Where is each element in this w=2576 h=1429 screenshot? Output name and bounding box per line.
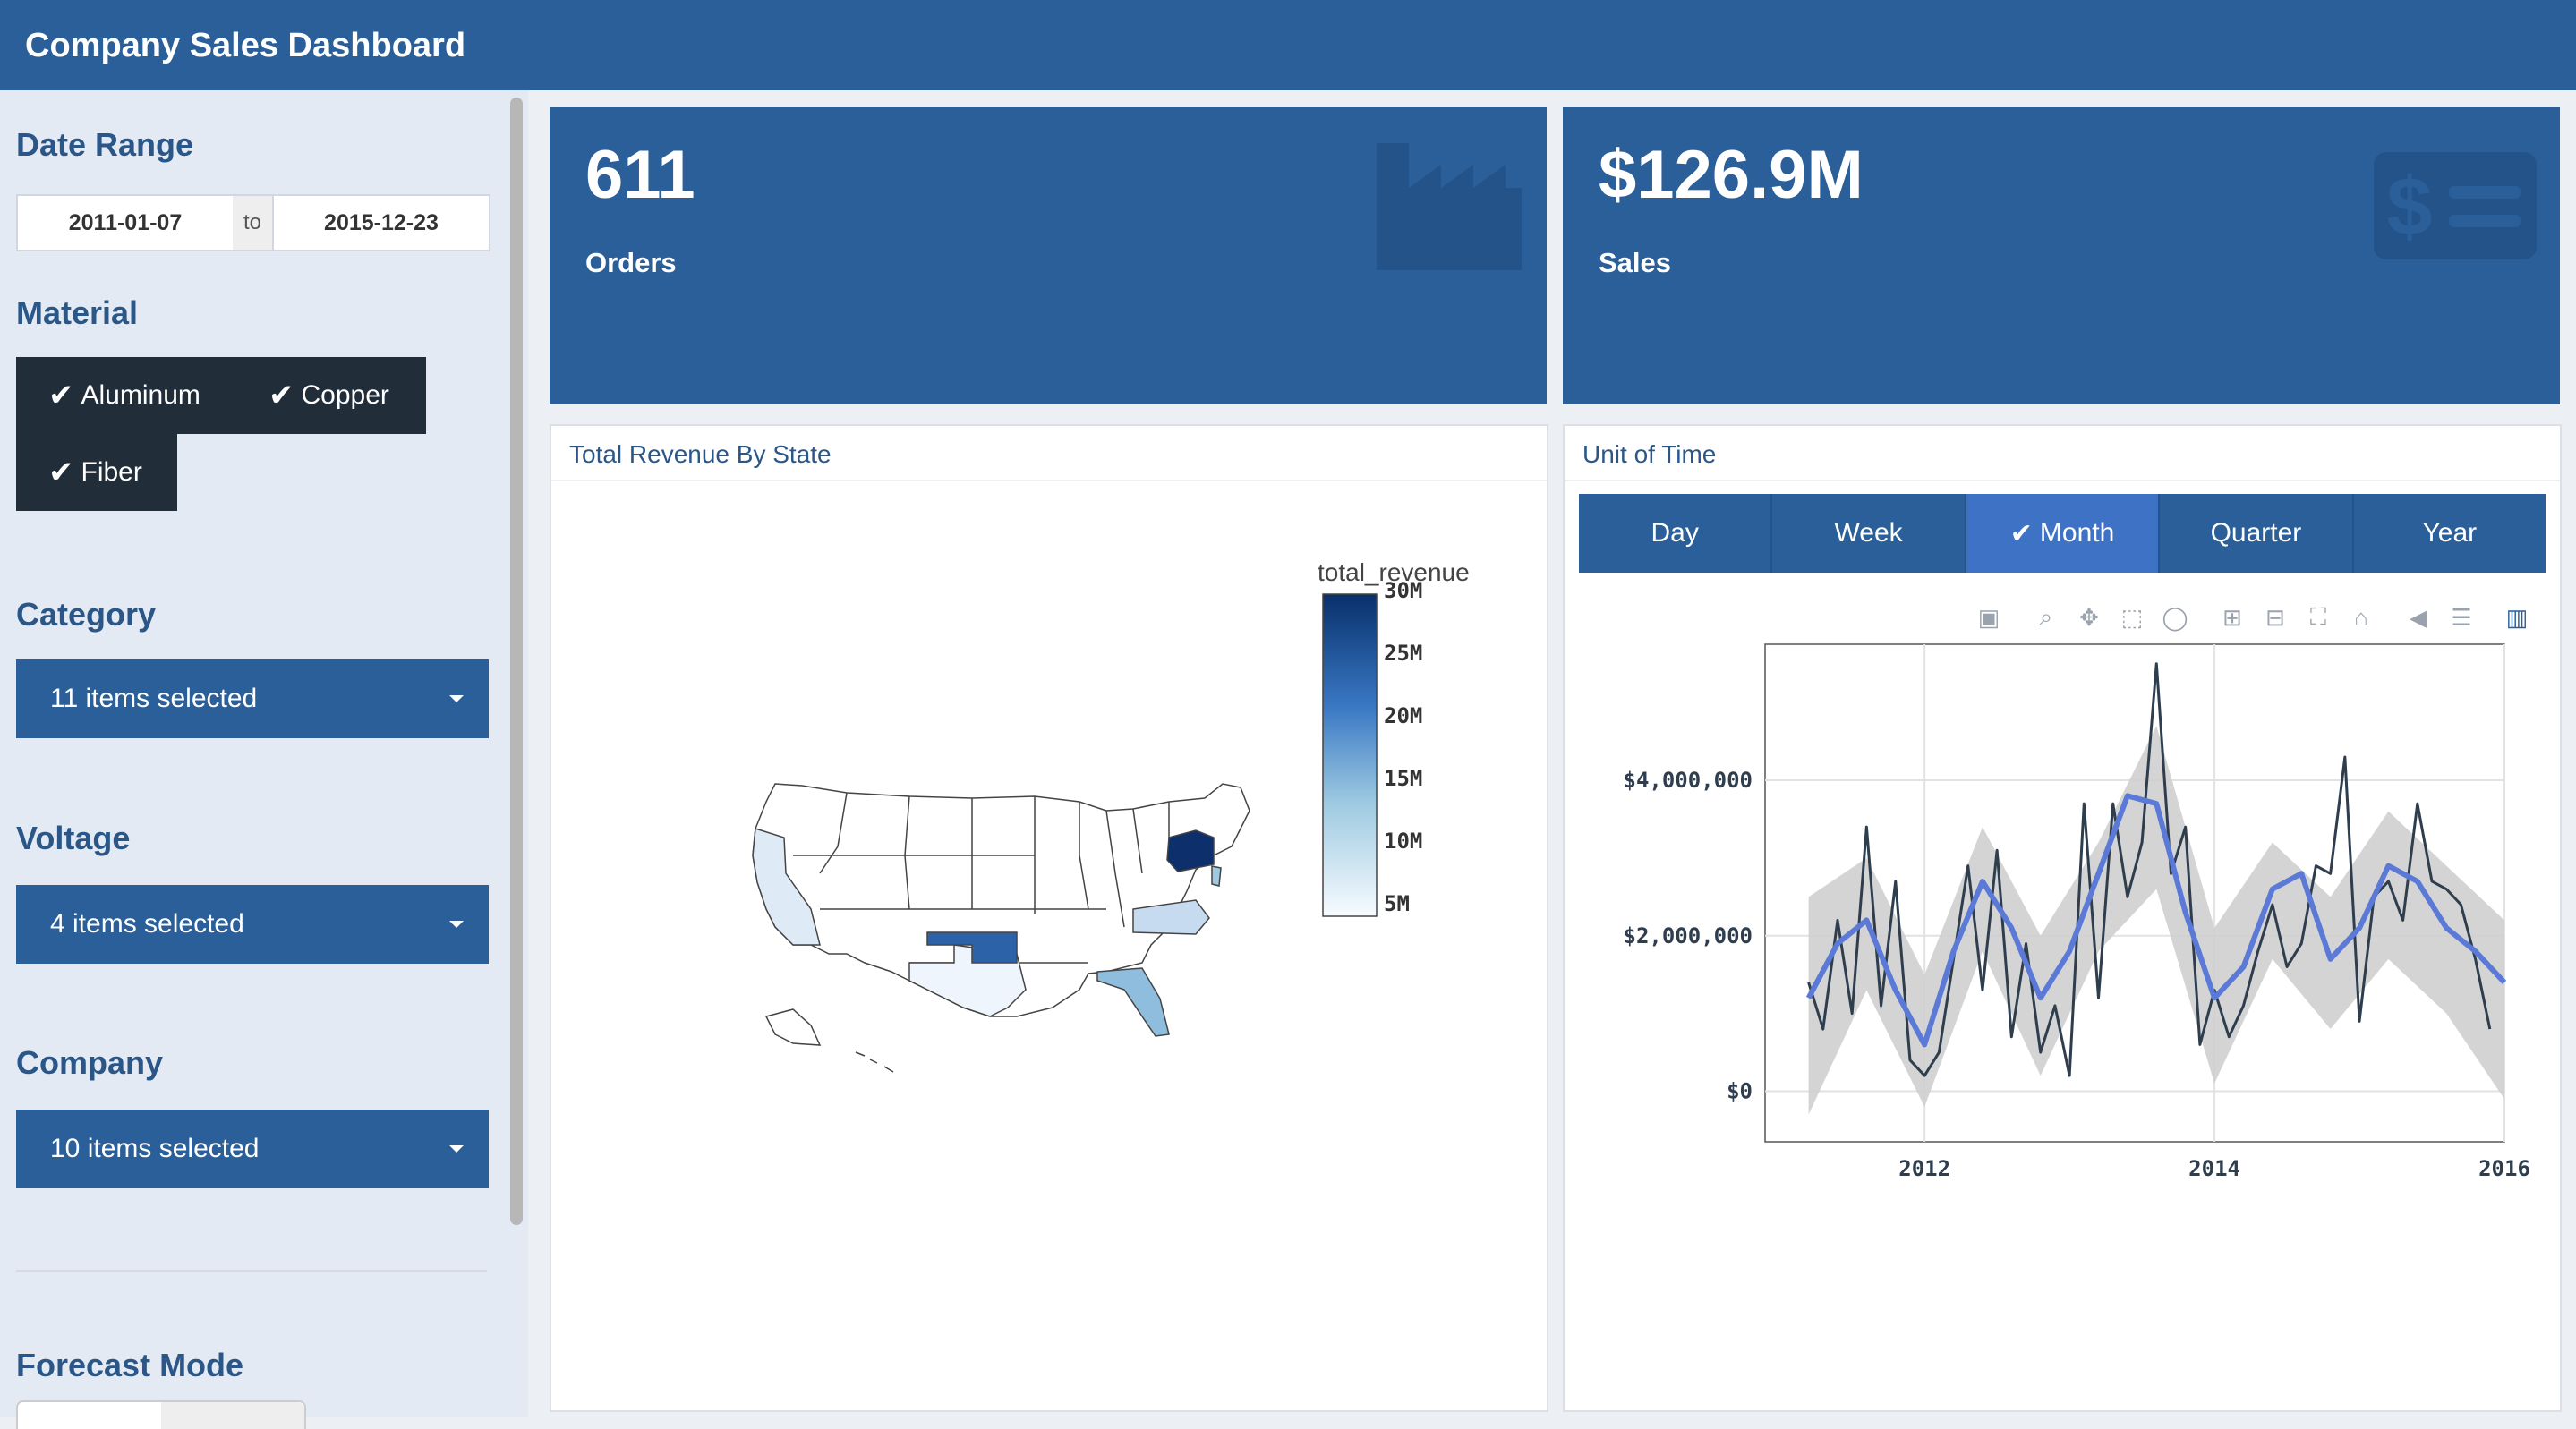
check-icon: ✔ [2009,518,2033,549]
revenue-map-panel: Total Revenue By State total_revenue 30M… [550,424,1548,1412]
material-option-label: Fiber [81,457,142,487]
x-tick-label: 2012 [1898,1156,1950,1181]
tab-week[interactable]: Week [1772,494,1966,573]
colorbar-tick-label: 10M [1384,829,1423,854]
voltage-picker-value: 4 items selected [50,909,244,939]
caret-down-icon [449,1145,464,1153]
sidebar: Date Range 2011-01-07 to 2015-12-23 Mate… [0,90,528,1429]
category-picker-value: 11 items selected [50,684,258,713]
tab-day[interactable]: Day [1579,494,1773,573]
date-range-separator: to [233,196,272,250]
forecast-mode-label: Forecast Mode [16,1347,244,1383]
caret-down-icon [449,921,464,928]
tab-quarter[interactable]: Quarter [2160,494,2354,573]
panel-header-divider [1565,480,2560,481]
sidebar-scrollbar[interactable] [510,98,523,1225]
x-tick-label: 2014 [2188,1156,2240,1181]
check-icon: ✔ [269,379,294,413]
company-picker[interactable]: 10 items selected [16,1110,489,1188]
state-alaska [764,1008,822,1046]
company-label: Company [16,1044,164,1081]
material-option-label: Aluminum [81,380,200,410]
y-tick-label: $0 [1727,1079,1753,1104]
orders-label: Orders [585,247,677,278]
tab-month[interactable]: ✔ Month [1966,494,2161,573]
orders-value-box: 611 Orders [550,107,1547,404]
sales-value: $126.9M [1599,137,1864,213]
voltage-label: Voltage [16,820,131,856]
end-date-input[interactable]: 2015-12-23 [272,196,489,250]
colorbar-tick-label: 20M [1384,703,1423,728]
voltage-picker[interactable]: 4 items selected [16,885,489,964]
sidebar-divider [16,1270,487,1272]
sales-label: Sales [1599,247,1672,278]
tab-month-label: Month [2039,518,2115,548]
state-new-jersey [1211,865,1222,887]
orders-value: 611 [585,137,695,213]
app-header: Company Sales Dashboard [0,0,2576,90]
colorbar-tick-label: 5M [1384,891,1410,916]
material-option-label: Copper [301,380,389,410]
material-fiber-button[interactable]: ✔ Fiber [16,434,177,511]
tab-year[interactable]: Year [2353,494,2546,573]
colorbar-tick-label: 30M [1384,578,1423,603]
state-florida [1096,967,1170,1037]
y-tick-label: $4,000,000 [1624,768,1753,793]
app-title: Company Sales Dashboard [25,27,466,64]
check-icon: ✔ [48,455,74,489]
forecast-mode-toggle[interactable] [16,1400,306,1429]
state-hawaii [855,1051,894,1073]
date-range-input: 2011-01-07 to 2015-12-23 [16,194,490,251]
caret-down-icon [449,695,464,702]
unit-of-time-tabs: Day Week ✔ Month Quarter Year [1579,494,2546,573]
state-new-york [1166,829,1215,872]
time-panel-title: Unit of Time [1582,440,1717,468]
material-copper-button[interactable]: ✔ Copper [240,357,426,434]
sales-value-box: $126.9M Sales $ [1563,107,2560,404]
company-picker-value: 10 items selected [50,1134,260,1163]
category-label: Category [16,596,157,633]
money-bill-icon: $ [2374,152,2537,259]
sales-time-series-chart[interactable]: $0 $2,000,000 $4,000,000 2012 2014 2016 [1563,591,2560,1199]
y-tick-label: $2,000,000 [1624,923,1753,948]
material-aluminum-button[interactable]: ✔ Aluminum [16,357,240,434]
svg-text:$: $ [2386,161,2432,252]
forecast-toggle-off-side [161,1402,304,1429]
colorbar-tick-label: 25M [1384,641,1423,666]
category-picker[interactable]: 11 items selected [16,659,489,738]
check-icon: ✔ [48,379,74,413]
colorbar-tick-label: 15M [1384,766,1423,791]
factory-icon [1377,143,1522,270]
x-tick-label: 2016 [2478,1156,2530,1181]
date-range-label: Date Range [16,126,194,163]
start-date-input[interactable]: 2011-01-07 [18,196,233,250]
material-label: Material [16,294,139,331]
